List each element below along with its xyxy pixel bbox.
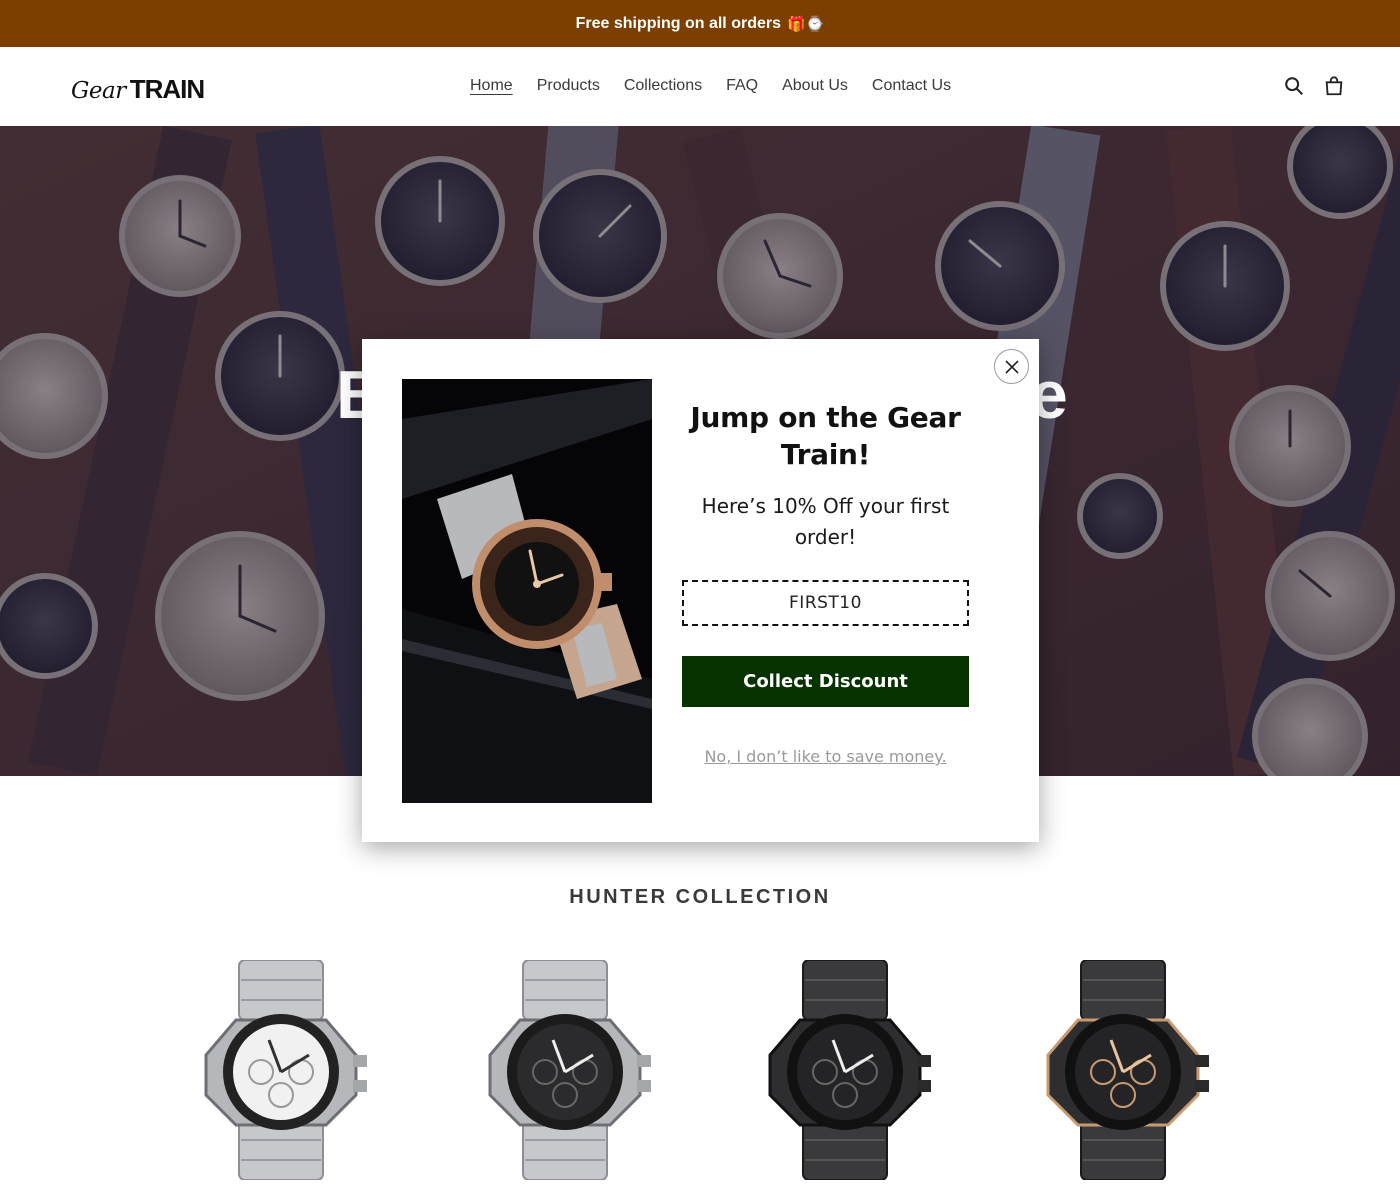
main-nav: Home Products Collections FAQ About Us C… xyxy=(470,77,951,95)
nav-home[interactable]: Home xyxy=(470,77,513,95)
nav-contact-us[interactable]: Contact Us xyxy=(872,77,951,95)
product-image xyxy=(768,959,931,1181)
announcement-bar: Free shipping on all orders 🎁⌚ xyxy=(0,0,1400,47)
product-image xyxy=(1046,959,1209,1181)
announcement-text: Free shipping on all orders xyxy=(575,14,781,32)
discount-popup: Jump on the Gear Train! Here’s 10% Off y… xyxy=(362,339,1039,842)
discount-code[interactable]: FIRST10 xyxy=(682,580,969,626)
product-card-1[interactable] xyxy=(181,959,381,1181)
product-card-3[interactable] xyxy=(745,959,945,1181)
cart-icon[interactable] xyxy=(1323,75,1345,97)
popup-watch-image xyxy=(402,379,652,803)
close-icon xyxy=(1004,359,1019,374)
product-card-2[interactable] xyxy=(465,959,665,1181)
product-image xyxy=(204,959,367,1181)
close-button[interactable] xyxy=(994,349,1029,384)
decline-link[interactable]: No, I don’t like to save money. xyxy=(682,747,969,766)
nav-products[interactable]: Products xyxy=(537,77,600,95)
section-title: HUNTER COLLECTION xyxy=(569,886,831,908)
header-icons xyxy=(1283,75,1345,97)
nav-about-us[interactable]: About Us xyxy=(782,77,848,95)
product-image xyxy=(488,959,651,1181)
popup-content: Jump on the Gear Train! Here’s 10% Off y… xyxy=(682,399,969,553)
product-card-4[interactable] xyxy=(1023,959,1223,1181)
nav-faq[interactable]: FAQ xyxy=(726,77,758,95)
logo-script: Gear xyxy=(71,78,126,104)
collect-discount-button[interactable]: Collect Discount xyxy=(682,656,969,707)
gift-watch-emoji: 🎁⌚ xyxy=(787,15,825,33)
logo[interactable]: Gear TRAIN xyxy=(71,74,205,105)
logo-bold: TRAIN xyxy=(129,74,205,104)
nav-collections[interactable]: Collections xyxy=(624,77,702,95)
popup-heading: Jump on the Gear Train! xyxy=(690,401,961,471)
site-header: Gear TRAIN Home Products Collections FAQ… xyxy=(0,47,1400,126)
popup-subheading: Here’s 10% Off your first order! xyxy=(701,494,950,549)
search-icon[interactable] xyxy=(1283,75,1305,97)
